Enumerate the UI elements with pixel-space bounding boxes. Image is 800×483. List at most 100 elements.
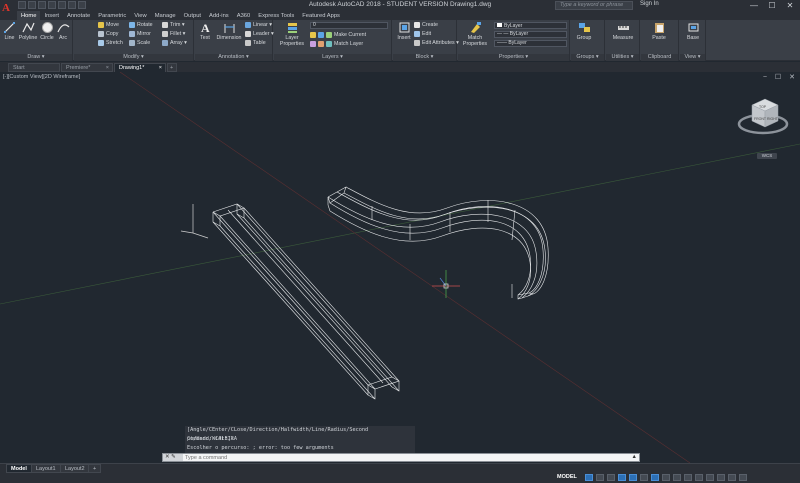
- hardware-acceleration-icon[interactable]: [717, 474, 725, 481]
- table-button[interactable]: Table: [245, 39, 266, 47]
- circle-button[interactable]: Circle: [39, 21, 55, 41]
- object-snap-icon[interactable]: [651, 474, 659, 481]
- utilities-panel-label[interactable]: Utilities ▾: [606, 54, 639, 61]
- file-tab-drawing1[interactable]: Drawing1* ×: [114, 63, 166, 72]
- block-panel-label[interactable]: Block ▾: [393, 54, 456, 61]
- ortho-toggle-icon[interactable]: [607, 474, 615, 481]
- tab-manage[interactable]: Manage: [151, 11, 180, 20]
- clipboard-panel-label[interactable]: Clipboard: [641, 54, 678, 61]
- leader-button[interactable]: Leader ▾: [245, 30, 274, 38]
- layer-dropdown[interactable]: 0: [310, 22, 388, 29]
- annotation-monitor-icon[interactable]: [684, 474, 692, 481]
- wcs-menu[interactable]: WCS: [757, 153, 777, 159]
- straight-channel-wireframe[interactable]: [212, 203, 400, 400]
- layout-tab-model[interactable]: Model: [6, 464, 32, 473]
- tab-a360[interactable]: A360: [233, 11, 255, 20]
- viewcube[interactable]: TOP FRONT RIGHT: [737, 98, 789, 135]
- stretch-button[interactable]: Stretch: [98, 39, 123, 47]
- modify-panel-label[interactable]: Modify ▾: [74, 54, 193, 61]
- drawing-canvas[interactable]: TOP FRONT RIGHT: [0, 72, 800, 463]
- command-line-icons[interactable]: ✕ ✎: [163, 454, 183, 461]
- command-input[interactable]: [185, 454, 625, 461]
- create-block-button[interactable]: Create: [414, 21, 438, 29]
- maximize-button[interactable]: ☐: [763, 0, 781, 11]
- object-snap-tracking-icon[interactable]: [640, 474, 648, 481]
- tab-express-tools[interactable]: Express Tools: [254, 11, 298, 20]
- trim-button[interactable]: Trim ▾: [162, 21, 185, 29]
- draw-panel-label[interactable]: Draw ▾: [0, 54, 72, 61]
- view-panel-label[interactable]: View ▾: [680, 54, 705, 61]
- new-tab-button[interactable]: +: [167, 63, 177, 72]
- file-tab-premiere[interactable]: Premiere* ×: [61, 63, 113, 72]
- viewcube-right-text: RIGHT: [767, 117, 779, 121]
- polyline-button[interactable]: Polyline: [17, 21, 39, 41]
- grid-toggle-icon[interactable]: [585, 474, 593, 481]
- tab-home[interactable]: Home: [17, 11, 41, 20]
- clean-screen-icon[interactable]: [728, 474, 736, 481]
- tab-view[interactable]: View: [130, 11, 150, 20]
- close-button[interactable]: ✕: [781, 0, 799, 11]
- customization-menu-icon[interactable]: [739, 474, 747, 481]
- edit-attributes-button[interactable]: Edit Attributes ▾: [414, 39, 459, 47]
- layer-properties-button[interactable]: Layer Properties: [276, 21, 308, 47]
- properties-panel-label[interactable]: Properties ▾: [458, 54, 569, 61]
- linear-dim-button[interactable]: Linear ▾: [245, 21, 272, 29]
- svg-text:A: A: [201, 21, 210, 34]
- match-layer-button[interactable]: Match Layer: [334, 41, 363, 47]
- isodraft-toggle-icon[interactable]: [629, 474, 637, 481]
- scale-button[interactable]: Scale: [129, 39, 150, 47]
- move-button[interactable]: Move: [98, 21, 119, 29]
- lineweight-dropdown[interactable]: —— ByLayer: [494, 40, 567, 47]
- arc-button[interactable]: Arc: [56, 21, 70, 41]
- command-dropdown-icon[interactable]: ▲: [632, 454, 637, 461]
- annotation-panel-label[interactable]: Annotation ▾: [195, 54, 272, 61]
- drawing-viewport[interactable]: [-][Custom View][2D Wireframe] − ☐ ✕ TOP…: [0, 72, 800, 463]
- array-button[interactable]: Array ▾: [162, 39, 187, 47]
- layers-panel-label[interactable]: Layers ▾: [274, 54, 391, 61]
- tab-parametric[interactable]: Parametric: [94, 11, 130, 20]
- edit-block-button[interactable]: Edit: [414, 30, 431, 38]
- groups-panel-label[interactable]: Groups ▾: [571, 54, 604, 61]
- dimension-button[interactable]: Dimension: [215, 21, 243, 41]
- isolate-objects-icon[interactable]: [706, 474, 714, 481]
- tab-add-ins[interactable]: Add-ins: [205, 11, 233, 20]
- linetype-dropdown[interactable]: — — ByLayer: [494, 31, 567, 38]
- tab-annotate[interactable]: Annotate: [63, 11, 94, 20]
- mirror-button[interactable]: Mirror: [129, 30, 151, 38]
- polar-toggle-icon[interactable]: [618, 474, 626, 481]
- copy-button[interactable]: Copy: [98, 30, 118, 38]
- model-space-button[interactable]: MODEL: [557, 474, 577, 480]
- base-view-button[interactable]: Base: [682, 21, 704, 41]
- workspace-gear-icon[interactable]: [673, 474, 681, 481]
- paste-icon: [654, 23, 664, 33]
- title-bar: A Autodesk AutoCAD 2018 - STUDENT VERSIO…: [0, 0, 800, 14]
- insert-block-button[interactable]: Insert: [395, 21, 413, 41]
- rotate-button[interactable]: Rotate: [129, 21, 153, 29]
- paste-button[interactable]: Paste: [647, 21, 671, 41]
- snap-toggle-icon[interactable]: [596, 474, 604, 481]
- color-dropdown[interactable]: ByLayer: [494, 22, 567, 29]
- annotation-scale-icon[interactable]: [662, 474, 670, 481]
- search-input[interactable]: Type a keyword or phrase: [555, 1, 633, 10]
- tab-featured-apps[interactable]: Featured Apps: [298, 11, 344, 20]
- layout-tab-layout2[interactable]: Layout2: [60, 464, 90, 473]
- add-layout-button[interactable]: +: [88, 464, 102, 473]
- layout-tab-layout1[interactable]: Layout1: [31, 464, 61, 473]
- tab-output[interactable]: Output: [180, 11, 205, 20]
- curved-gutter-wireframe[interactable]: [327, 186, 549, 300]
- make-current-button[interactable]: Make Current: [334, 32, 366, 38]
- minimize-button[interactable]: —: [745, 0, 763, 11]
- group-button[interactable]: Group: [573, 21, 595, 41]
- measure-button[interactable]: Measure: [608, 21, 638, 41]
- text-button[interactable]: A Text: [197, 21, 213, 41]
- sign-in-button[interactable]: Sign In: [640, 1, 659, 7]
- tab-insert[interactable]: Insert: [40, 11, 63, 20]
- array-icon: [162, 39, 168, 46]
- command-line: ✕ ✎ ▲: [162, 453, 640, 462]
- file-tab-start[interactable]: Start: [8, 63, 60, 72]
- match-properties-button[interactable]: Match Properties: [460, 21, 490, 47]
- fillet-button[interactable]: Fillet ▾: [162, 30, 185, 38]
- units-icon[interactable]: [695, 474, 703, 481]
- fillet-icon: [162, 30, 168, 37]
- line-button[interactable]: Line: [2, 21, 17, 41]
